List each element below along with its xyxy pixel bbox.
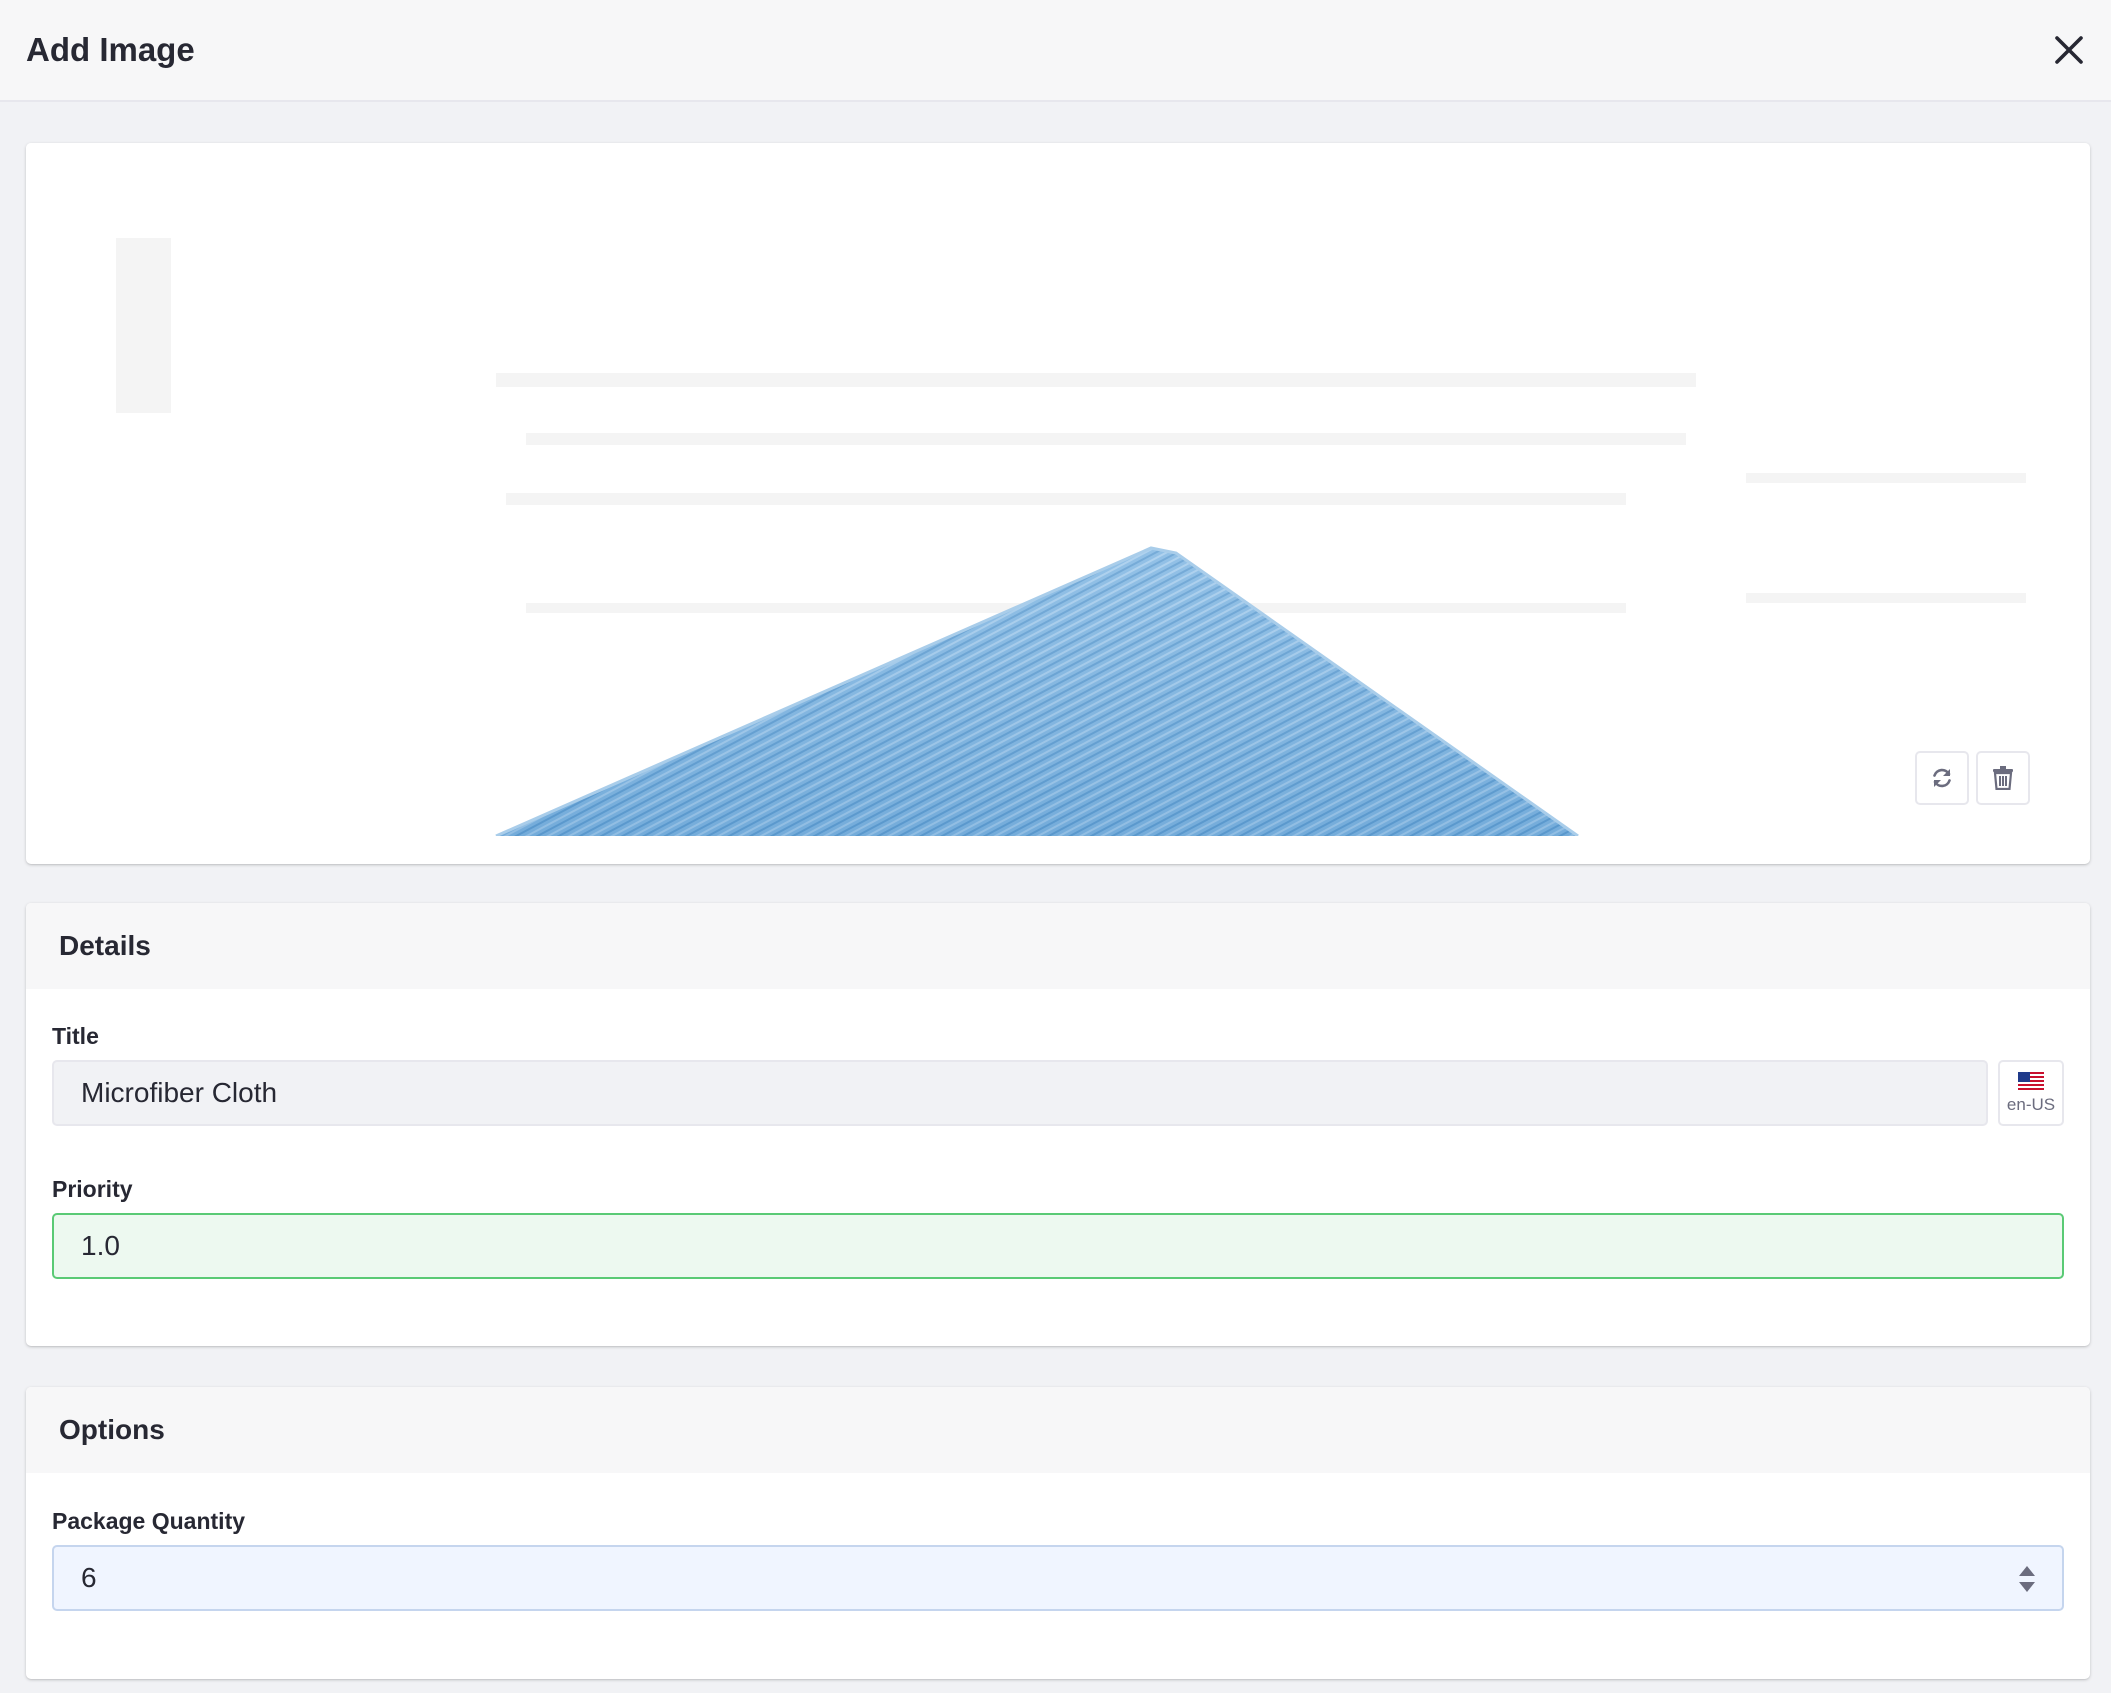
language-selector-button[interactable]: en-US [1998,1060,2064,1126]
trash-icon [1993,766,2013,790]
package-quantity-label: Package Quantity [52,1508,246,1534]
change-image-button[interactable] [1915,751,1969,805]
priority-input[interactable] [52,1213,2064,1279]
details-header: Details [26,903,2090,989]
title-form-group: Title en-US [52,1023,2064,1126]
language-label: en-US [2006,1094,2056,1114]
image-preview [26,143,2090,836]
image-preview-card [26,143,2090,864]
title-input[interactable] [52,1060,1988,1126]
options-header: Options [26,1387,2090,1473]
package-quantity-form-group: Package Quantity [52,1508,2064,1611]
modal-header: Add Image [0,0,2111,102]
modal-title: Add Image [26,31,195,68]
caret-double-icon[interactable] [2018,1565,2036,1593]
close-icon [2055,36,2083,64]
delete-image-button[interactable] [1976,751,2030,805]
details-card: Details Title en-US Priority [26,903,2090,1346]
refresh-icon [1933,768,1951,788]
title-label: Title [52,1023,99,1049]
image-actions [1915,751,2030,805]
cloth-image [116,238,2026,836]
package-quantity-input[interactable] [52,1545,2064,1611]
options-card: Options Package Quantity [26,1387,2090,1679]
priority-label: Priority [52,1176,133,1202]
us-flag-icon [2018,1071,2044,1091]
priority-form-group: Priority [52,1176,2064,1279]
close-button[interactable] [2047,28,2091,72]
